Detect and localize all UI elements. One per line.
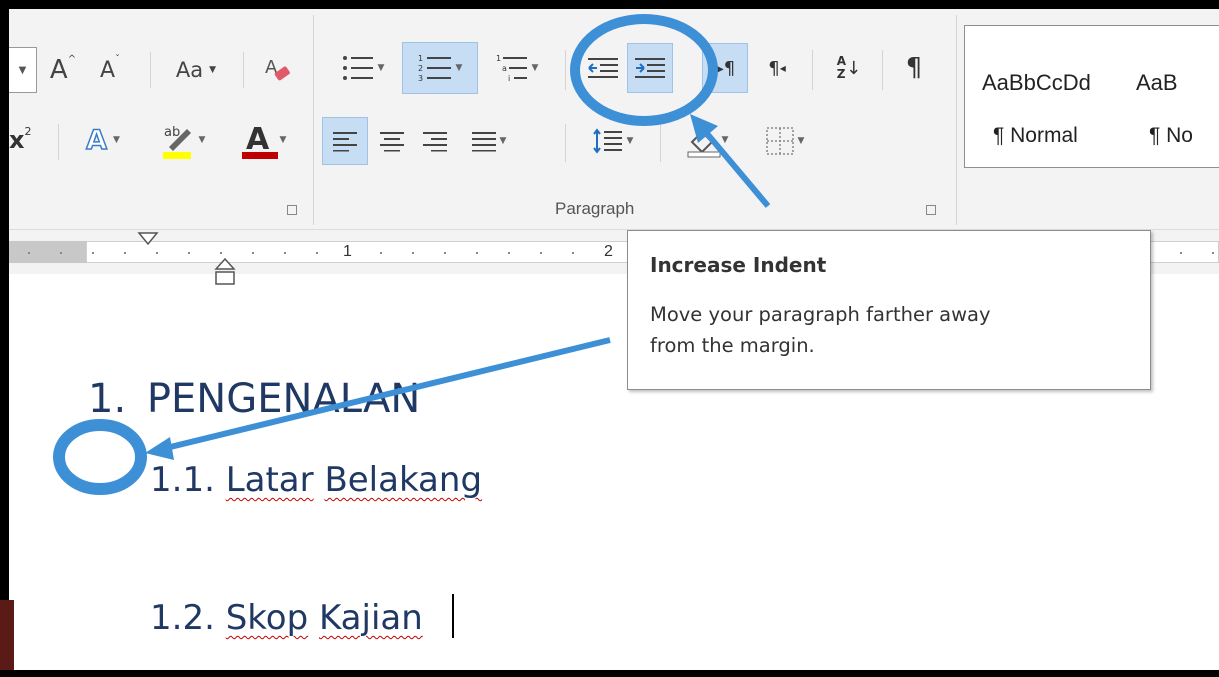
arrowhead-icon	[145, 437, 174, 460]
highlight-circle-indent	[53, 419, 147, 495]
frame-border	[0, 0, 1219, 9]
frame-border	[0, 670, 1219, 677]
annotation-overlay	[53, 14, 771, 495]
arrow-to-indent	[161, 337, 611, 452]
highlight-circle-toolbar	[570, 14, 718, 126]
arrow-to-button	[701, 128, 771, 208]
frame-border	[0, 0, 9, 677]
frame-corner	[0, 600, 14, 677]
